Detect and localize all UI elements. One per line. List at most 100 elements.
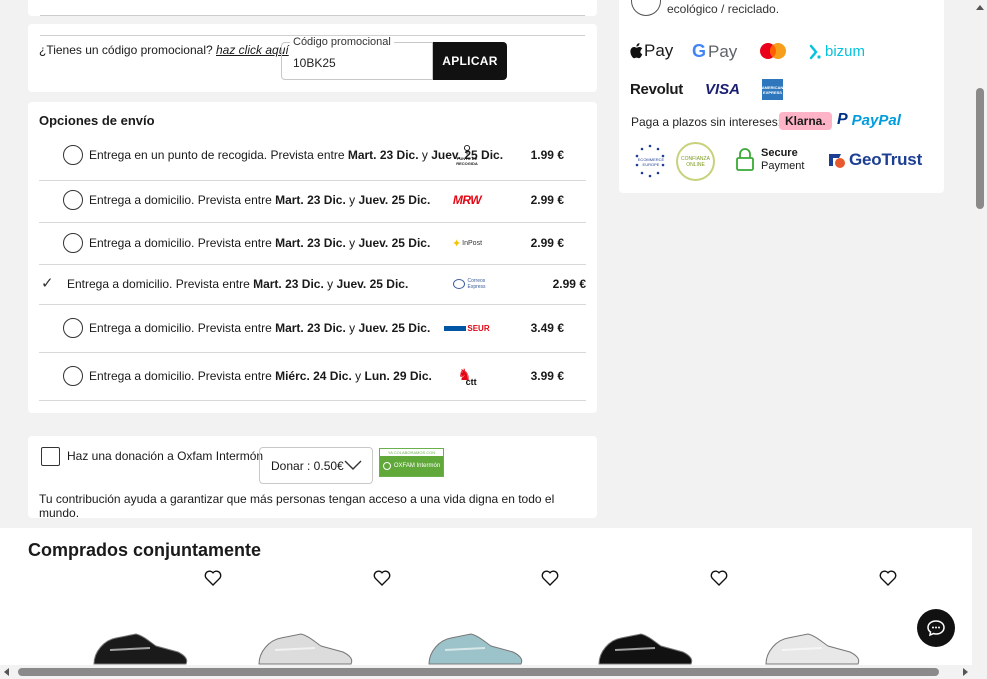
geotrust-logo: GeoTrust — [827, 150, 922, 170]
chat-button[interactable] — [917, 609, 955, 647]
shipping-option-row[interactable]: Entrega a domicilio. Prevista entre Mart… — [39, 305, 586, 353]
promo-question-text: ¿Tienes un código promocional? — [39, 43, 213, 57]
klarna-logo: Klarna. — [779, 112, 832, 130]
promo-link[interactable]: haz click aquí — [216, 43, 289, 57]
apple-icon — [630, 43, 643, 59]
bizum-text: bizum — [825, 43, 866, 60]
shipping-option-prefix: Entrega a domicilio. Prevista entre — [89, 236, 276, 250]
shipping-option-row[interactable]: Entrega a domicilio. Prevista entre Mart… — [39, 181, 586, 223]
google-pay-text: Pay — [708, 41, 738, 61]
geotrust-icon — [829, 154, 845, 168]
promo-code-input[interactable]: Código promocional 10BK25 — [281, 36, 433, 80]
wishlist-heart-icon[interactable] — [373, 570, 391, 586]
shipping-option-prefix: Entrega a domicilio. Prevista entre — [89, 193, 276, 207]
shipping-option-label: Entrega a domicilio. Prevista entre Mart… — [89, 321, 430, 335]
seur-bars-icon — [444, 325, 467, 331]
donation-checkbox[interactable] — [41, 447, 60, 466]
shipping-radio[interactable] — [63, 318, 83, 338]
pickup-point-text: PUNTO DE RECOGIDA — [456, 155, 478, 166]
bizum-icon — [809, 44, 821, 59]
payment-methods-card: ecológico / reciclado. Pay G Pay bizum R… — [619, 0, 944, 193]
product-image[interactable] — [255, 630, 355, 666]
carrier-logo: Correos Express — [443, 272, 499, 296]
shipping-option-row[interactable]: Entrega en un punto de recogida. Previst… — [39, 134, 586, 181]
shipping-date-from: Mart. 23 Dic. — [275, 236, 346, 250]
previous-section-card — [28, 0, 597, 16]
visa-text: VISA — [705, 81, 741, 98]
oxfam-badge: YA COLABORAMOS CON OXFAM Intermón — [379, 448, 444, 477]
shipping-date-from: Miérc. 24 Dic. — [275, 369, 352, 383]
shipping-option-prefix: Entrega a domicilio. Prevista entre — [89, 321, 276, 335]
shipping-radio[interactable] — [63, 233, 83, 253]
geotrust-text: GeoTrust — [849, 150, 923, 169]
mastercard-logo — [759, 42, 787, 62]
lock-icon — [736, 148, 754, 171]
inpost-icon: ✦ — [451, 237, 462, 250]
chat-icon — [927, 620, 945, 637]
shipping-option-label: Entrega a domicilio. Prevista entre Mart… — [89, 236, 430, 250]
donation-amount-value: Donar : 0.50€ — [271, 458, 344, 473]
horizontal-scrollbar[interactable] — [0, 665, 972, 679]
wishlist-heart-icon[interactable] — [204, 570, 222, 586]
promo-question: ¿Tienes un código promocional? haz click… — [39, 43, 289, 57]
product-image[interactable] — [762, 630, 862, 666]
shipping-date-sep: y — [418, 148, 432, 162]
ctt-logo: ctt — [465, 377, 477, 387]
shipping-option-label: Entrega a domicilio. Prevista entre Mart… — [89, 193, 430, 207]
carrier-logo: ⚲ PUNTO DE RECOGIDA — [439, 143, 495, 167]
vertical-scrollbar[interactable] — [972, 0, 987, 665]
amex-logo: AMERICAN EXPRESS — [762, 79, 783, 100]
secure-payment-line2: Payment — [761, 160, 805, 172]
promo-code-label: Código promocional — [290, 36, 394, 48]
promo-code-value[interactable]: 10BK25 — [293, 56, 336, 70]
eco-text: ecológico / reciclado. — [667, 2, 780, 16]
klarna-text: Klarna. — [785, 114, 826, 128]
shipping-price: 2.99 € — [530, 193, 564, 207]
product-image[interactable] — [425, 630, 525, 666]
product-image[interactable] — [90, 630, 190, 666]
horizontal-scroll-thumb[interactable] — [18, 668, 939, 676]
shipping-date-to: Juev. 25 Dic. — [358, 236, 431, 250]
shipping-date-sep: y — [351, 369, 365, 383]
shipping-date-sep: y — [345, 236, 359, 250]
shipping-option-row[interactable]: ✓ Entrega a domicilio. Prevista entre Mar… — [39, 265, 586, 305]
shipping-date-sep: y — [345, 321, 359, 335]
mrw-logo: MRW — [452, 193, 482, 207]
revolut-logo: Revolut — [630, 81, 683, 98]
shipping-option-label: Entrega a domicilio. Prevista entre Mart… — [67, 277, 408, 291]
vertical-scroll-thumb[interactable] — [976, 88, 984, 209]
donation-amount-select[interactable]: Donar : 0.50€ — [259, 447, 373, 484]
carrier-logo: ✦ InPost — [439, 231, 495, 255]
wishlist-heart-icon[interactable] — [879, 570, 897, 586]
seur-logo: SEUR — [467, 323, 490, 333]
wishlist-heart-icon[interactable] — [710, 570, 728, 586]
apple-pay-logo: Pay — [630, 41, 673, 61]
mastercard-icon — [760, 43, 786, 59]
shipping-date-to: Juev. 25 Dic. — [336, 277, 409, 291]
wishlist-heart-icon[interactable] — [541, 570, 559, 586]
related-products-section: Comprados conjuntamente — [0, 528, 972, 679]
scroll-up-arrow[interactable] — [976, 5, 984, 10]
shipping-radio[interactable] — [63, 190, 83, 210]
shipping-date-to: Lun. 29 Dic. — [364, 369, 432, 383]
shipping-option-row[interactable]: Entrega a domicilio. Prevista entre Mart… — [39, 223, 586, 265]
shipping-option-prefix: Entrega en un punto de recogida. Previst… — [89, 148, 348, 162]
shipping-date-from: Mart. 23 Dic. — [275, 193, 346, 207]
shipping-radio[interactable] — [63, 145, 83, 165]
ecommerce-europe-text: ECOMMERCE EUROPE — [637, 157, 665, 167]
apple-pay-text: Pay — [644, 41, 674, 60]
shipping-radio[interactable] — [63, 366, 83, 386]
apply-promo-button[interactable]: APLICAR — [433, 42, 507, 80]
paypal-logo: P PayPal — [837, 111, 901, 129]
shipping-option-row[interactable]: Entrega a domicilio. Prevista entre Miér… — [39, 353, 586, 401]
scroll-left-arrow[interactable] — [4, 668, 9, 676]
amex-text: AMERICAN EXPRESS — [761, 84, 784, 95]
shipping-price: 2.99 € — [530, 236, 564, 250]
map-pin-icon: ⚲ — [462, 143, 472, 156]
donation-note: Tu contribución ayuda a garantizar que m… — [39, 492, 555, 520]
shipping-price: 3.99 € — [530, 369, 564, 383]
visa-logo: VISA — [705, 81, 740, 98]
scroll-right-arrow[interactable] — [963, 668, 968, 676]
shipping-date-to: Juev. 25 Dic. — [358, 321, 431, 335]
product-image[interactable] — [595, 630, 695, 666]
